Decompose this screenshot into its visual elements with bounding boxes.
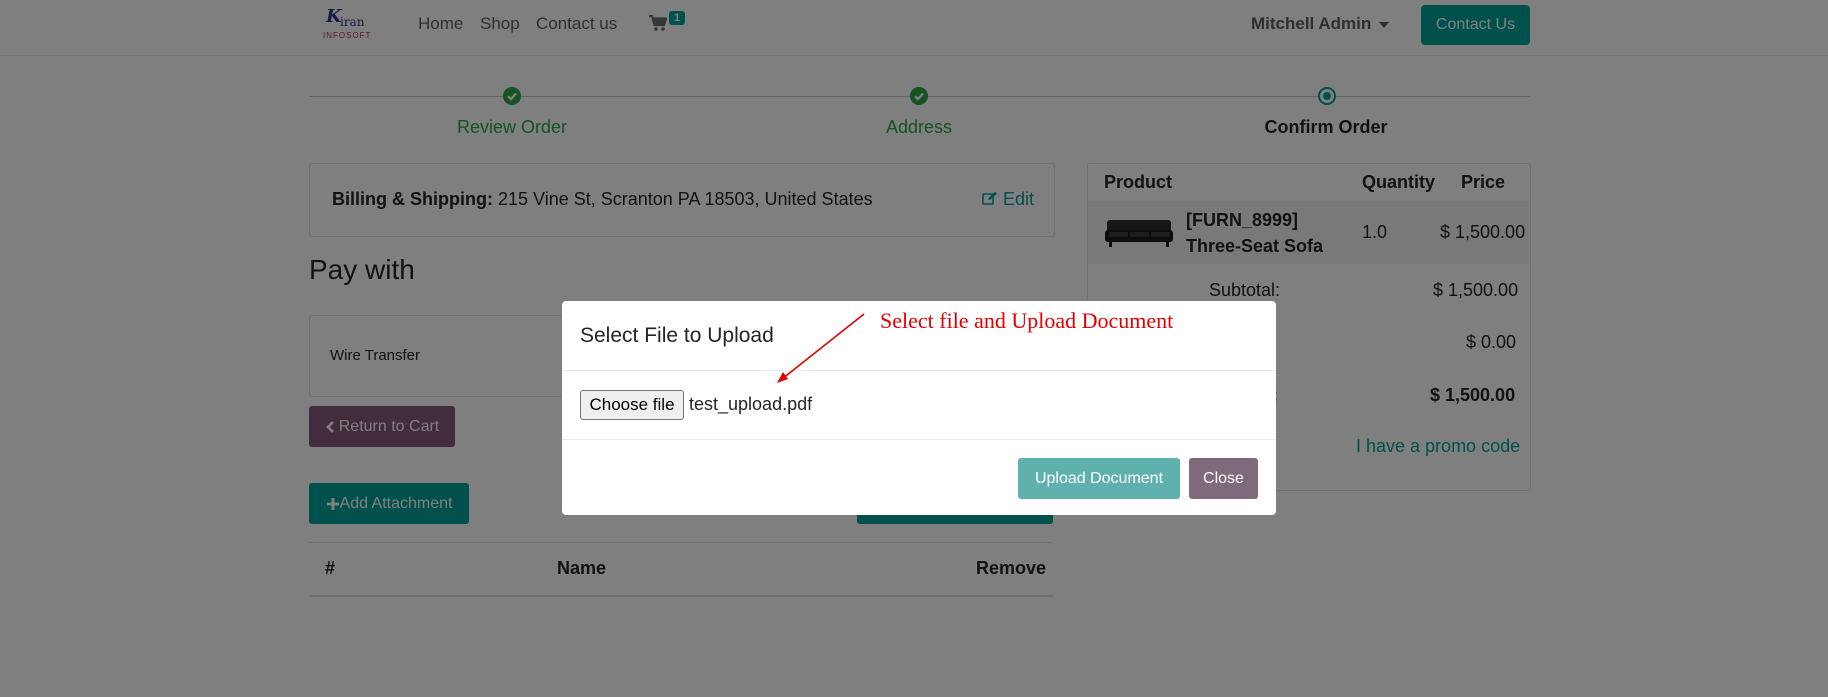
upload-document-button[interactable]: Upload Document [1018, 458, 1180, 499]
annotation-arrow-icon [777, 313, 865, 383]
modal-divider [562, 370, 1276, 371]
close-button[interactable]: Close [1189, 458, 1258, 499]
modal-title: Select File to Upload [580, 324, 774, 347]
selected-file-name: test_upload.pdf [689, 394, 813, 414]
modal-divider [562, 439, 1276, 440]
annotation-text: Select file and Upload Document [880, 308, 1174, 333]
choose-file-button[interactable]: Choose file [580, 390, 684, 420]
